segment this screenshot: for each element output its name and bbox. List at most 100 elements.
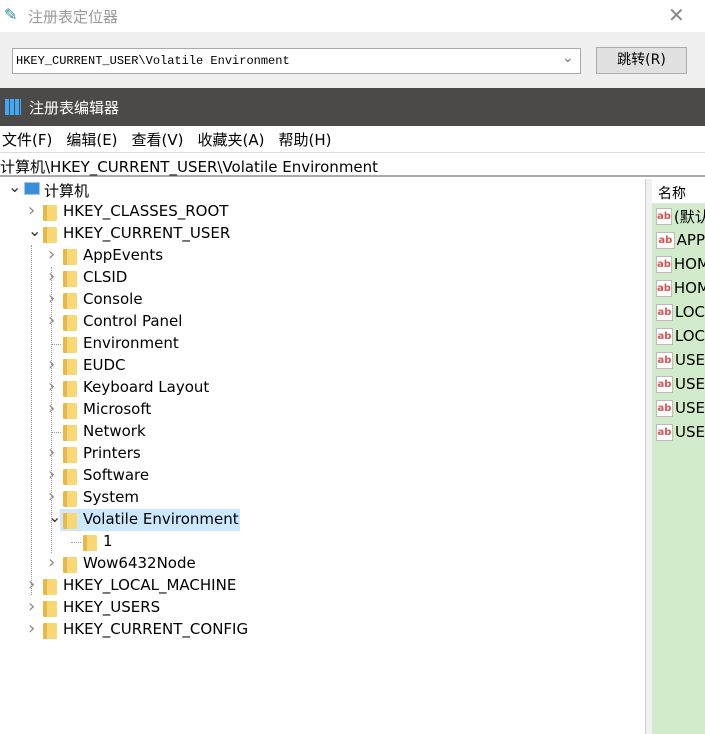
tree-item-label: HKEY_CURRENT_CONFIG — [63, 620, 249, 638]
tree-item-label: AppEvents — [83, 246, 164, 264]
tree-item[interactable]: › Printers — [0, 442, 646, 465]
tree-item[interactable]: › HKEY_USERS — [0, 596, 646, 619]
values-pane: 名称 ab (默认 ab APP ab HOM ab HOM ab LOC ab LOC ab USE ab… — [652, 179, 705, 734]
string-value-icon: ab — [656, 399, 674, 417]
value-row[interactable]: ab USE — [652, 348, 705, 372]
value-row[interactable]: ab USE — [652, 420, 705, 444]
tree-item[interactable]: › EUDC — [0, 354, 646, 377]
tree-item-label: HKEY_USERS — [63, 598, 161, 616]
tree-item-label: CLSID — [83, 268, 128, 286]
tree-item[interactable]: ⌄ Volatile Environment — [0, 507, 646, 531]
value-name: LOC — [674, 303, 705, 321]
value-row[interactable]: ab HOM — [652, 252, 705, 276]
menu-bar: 文件(F) 编辑(E) 查看(V) 收藏夹(A) 帮助(H) — [0, 126, 705, 151]
column-header-name[interactable]: 名称 — [652, 179, 705, 204]
tree-item[interactable]: Network — [0, 421, 646, 443]
folder-icon — [43, 601, 57, 617]
folder-icon — [63, 249, 77, 265]
string-value-icon: ab — [656, 375, 674, 393]
tree-item[interactable]: › HKEY_CLASSES_ROOT — [0, 200, 646, 223]
value-row[interactable]: ab (默认 — [652, 204, 705, 228]
chevron-right-icon[interactable]: › — [28, 596, 35, 617]
tree-item-label: HKEY_CURRENT_USER — [63, 224, 231, 242]
tree-item[interactable]: ⌄ 计算机 — [0, 177, 646, 201]
go-button[interactable]: 跳转(R) — [596, 47, 687, 74]
menu-help[interactable]: 帮助(H) — [278, 129, 331, 149]
tree-item[interactable]: ⌄ HKEY_CURRENT_USER — [0, 221, 646, 245]
tree-item[interactable]: › Control Panel — [0, 310, 646, 333]
editor-title: 注册表编辑器 — [29, 99, 120, 117]
tree-item-label: EUDC — [83, 356, 126, 374]
chevron-right-icon[interactable]: › — [48, 552, 55, 573]
chevron-right-icon[interactable]: › — [28, 200, 35, 221]
tree-item[interactable]: › Software — [0, 464, 646, 487]
menu-file[interactable]: 文件(F) — [2, 129, 52, 149]
value-name: USE — [675, 423, 705, 441]
value-name: (默认 — [673, 207, 705, 226]
pane-splitter[interactable] — [645, 179, 652, 734]
value-name: USE — [675, 399, 705, 417]
locator-panel: HKEY_CURRENT_USER\Volatile Environment ⌄… — [0, 32, 705, 88]
tree-item[interactable]: › HKEY_LOCAL_MACHINE — [0, 574, 646, 597]
tree-item[interactable]: 1 — [0, 531, 646, 553]
tree-connector — [51, 432, 61, 433]
tree-item[interactable]: Environment — [0, 333, 646, 355]
tree-item[interactable]: › Wow6432Node — [0, 552, 646, 575]
value-row[interactable]: ab USE — [652, 396, 705, 420]
chevron-down-icon[interactable]: ⌄ — [28, 221, 41, 240]
tree-item[interactable]: › AppEvents — [0, 244, 646, 267]
chevron-down-icon[interactable]: ⌄ — [48, 507, 61, 526]
folder-icon — [63, 513, 77, 529]
folder-icon — [63, 491, 77, 507]
menu-edit[interactable]: 编辑(E) — [66, 129, 117, 149]
tree-item-label: System — [83, 488, 139, 506]
string-value-icon: ab — [656, 207, 672, 225]
folder-icon — [63, 557, 77, 573]
value-row[interactable]: ab LOC — [652, 300, 705, 324]
tree-item-label: Volatile Environment — [83, 510, 239, 528]
tree-item-label: Console — [83, 290, 143, 308]
value-row[interactable]: ab USE — [652, 372, 705, 396]
tree-item[interactable]: › Microsoft — [0, 398, 646, 421]
folder-icon — [63, 425, 77, 441]
folder-icon — [43, 205, 57, 221]
chevron-right-icon[interactable]: › — [28, 618, 35, 639]
chevron-down-icon[interactable]: ⌄ — [562, 50, 574, 66]
path-input[interactable]: HKEY_CURRENT_USER\Volatile Environment — [12, 48, 581, 74]
tree-item-label: Network — [83, 422, 146, 440]
tree-item-label: HKEY_CLASSES_ROOT — [63, 202, 229, 220]
string-value-icon: ab — [656, 327, 673, 345]
folder-icon — [63, 469, 77, 485]
string-value-icon: ab — [656, 231, 675, 249]
tree-item[interactable]: › Keyboard Layout — [0, 376, 646, 399]
tree-item[interactable]: › Console — [0, 288, 646, 311]
value-row[interactable]: ab HOM — [652, 276, 705, 300]
menu-view[interactable]: 查看(V) — [132, 129, 184, 149]
value-name: HOM — [673, 279, 705, 297]
value-row[interactable]: ab APP — [652, 228, 705, 252]
tree-item-label: Software — [83, 466, 150, 484]
menu-favorites[interactable]: 收藏夹(A) — [198, 129, 265, 149]
chevron-down-icon[interactable]: ⌄ — [8, 177, 21, 196]
tree-item[interactable]: › System — [0, 486, 646, 509]
tree-item-label: 1 — [103, 532, 113, 550]
tree-item[interactable]: › HKEY_CURRENT_CONFIG — [0, 618, 646, 641]
close-icon[interactable]: ✕ — [668, 3, 685, 27]
tree-item-label: Environment — [83, 334, 179, 352]
address-bar[interactable]: 计算机\HKEY_CURRENT_USER\Volatile Environme… — [0, 152, 705, 177]
value-name: HOM — [673, 255, 705, 273]
tree-connector — [71, 542, 81, 543]
chevron-right-icon[interactable]: › — [48, 244, 55, 265]
folder-icon — [63, 381, 77, 397]
tree-item-label: Control Panel — [83, 312, 183, 330]
tree-item-label: 计算机 — [44, 182, 90, 200]
locator-titlebar: ✎ 注册表定位器 ✕ — [0, 0, 705, 32]
registry-tree: ⌄ 计算机 › HKEY_CLASSES_ROOT ⌄ HKEY_CURRENT_USER… — [0, 177, 646, 734]
value-row[interactable]: ab LOC — [652, 324, 705, 348]
tree-item-label: Printers — [83, 444, 141, 462]
folder-icon — [63, 293, 77, 309]
tree-item[interactable]: › CLSID — [0, 266, 646, 289]
registry-editor-icon — [5, 99, 21, 115]
value-name: USE — [675, 351, 705, 369]
locator-title: 注册表定位器 — [28, 8, 119, 26]
